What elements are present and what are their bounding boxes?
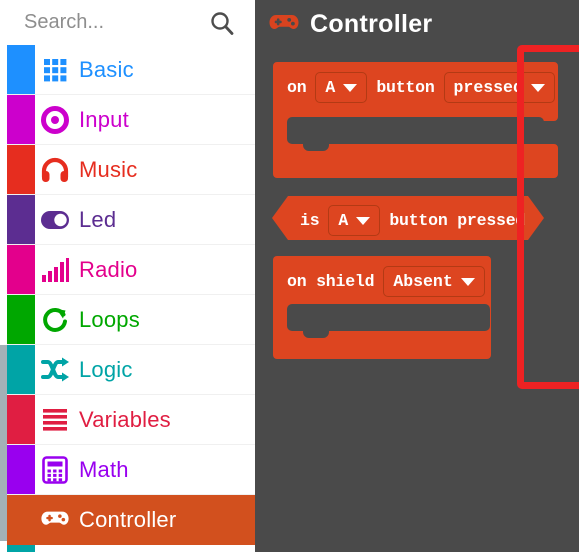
lines-icon	[40, 405, 70, 435]
on-button-pressed-block[interactable]: on A button pressed	[273, 58, 558, 182]
makecode-toolbox-screen: Basic Input Music Led Radio Loops Logic …	[0, 0, 579, 552]
sidebar-item-label: Input	[79, 106, 129, 132]
search-input[interactable]	[24, 11, 204, 34]
sidebar-item-logic[interactable]: Logic	[7, 345, 255, 395]
category-color-strip	[7, 295, 35, 344]
button-dropdown[interactable]: A	[315, 72, 368, 103]
signal-bars-icon	[40, 255, 70, 285]
chevron-down-icon	[530, 83, 545, 92]
chevron-down-icon	[460, 277, 475, 286]
shuffle-icon	[40, 355, 70, 385]
calculator-icon	[40, 455, 70, 485]
block-notch	[303, 117, 329, 151]
block-notch	[303, 304, 329, 338]
category-color-strip	[7, 445, 35, 494]
dropdown-value: A	[325, 78, 336, 97]
sidebar-item-label: Led	[79, 206, 117, 232]
blocks-flyout-panel: Controller on A button pressed is A butt…	[255, 0, 579, 552]
sidebar-item-label: Variables	[79, 406, 171, 432]
sidebar-item-input[interactable]: Input	[7, 95, 255, 145]
sidebar-item-music[interactable]: Music	[7, 145, 255, 195]
chevron-down-icon	[343, 83, 358, 92]
event-dropdown[interactable]: pressed	[443, 72, 555, 103]
sidebar-item-variables[interactable]: Variables	[7, 395, 255, 445]
sidebar-item-label: Loops	[79, 306, 140, 332]
sidebar-item-label: Music	[79, 156, 138, 182]
category-color-strip	[7, 545, 35, 552]
category-sidebar: Basic Input Music Led Radio Loops Logic …	[0, 0, 255, 552]
radio-button-icon	[40, 105, 70, 135]
sidebar-item-next[interactable]	[7, 545, 255, 552]
block-text: button pressed	[389, 211, 526, 230]
block-text: on	[287, 78, 307, 97]
category-color-strip	[7, 495, 35, 544]
search-icon[interactable]	[209, 10, 235, 41]
blocks-area: on A button pressed is A button pressed …	[255, 0, 579, 552]
sidebar-item-basic[interactable]: Basic	[7, 45, 255, 95]
block-label-row: on A button pressed	[287, 72, 555, 103]
category-color-strip	[7, 195, 35, 244]
sidebar-item-controller[interactable]: Controller	[7, 495, 255, 545]
sidebar-item-led[interactable]: Led	[7, 195, 255, 245]
sidebar-scrollbar-thumb[interactable]	[0, 345, 7, 541]
dropdown-value: Absent	[393, 272, 453, 291]
search-bar[interactable]	[7, 0, 255, 45]
category-list: Basic Input Music Led Radio Loops Logic …	[7, 45, 255, 552]
headphones-icon	[40, 155, 70, 185]
sidebar-item-label: Radio	[79, 256, 138, 282]
category-color-strip	[7, 245, 35, 294]
dropdown-value: pressed	[453, 78, 523, 97]
block-text: on shield	[287, 272, 375, 291]
grid-icon	[40, 55, 70, 85]
toggle-icon	[40, 205, 70, 235]
sidebar-item-loops[interactable]: Loops	[7, 295, 255, 345]
sidebar-item-label: Math	[79, 456, 129, 482]
dropdown-value: A	[338, 211, 349, 230]
category-color-strip	[7, 45, 35, 94]
shield-dropdown[interactable]: Absent	[383, 266, 485, 297]
sidebar-item-label: Basic	[79, 56, 134, 82]
block-label-row: on shield Absent	[287, 266, 485, 297]
category-color-strip	[7, 345, 35, 394]
category-color-strip	[7, 395, 35, 444]
block-text: button	[376, 78, 435, 97]
is-button-pressed-block[interactable]: is A button pressed	[270, 194, 546, 242]
category-color-strip	[7, 145, 35, 194]
category-color-strip	[7, 95, 35, 144]
block-text: is	[300, 211, 320, 230]
sidebar-item-radio[interactable]: Radio	[7, 245, 255, 295]
sidebar-item-math[interactable]: Math	[7, 445, 255, 495]
on-shield-block[interactable]: on shield Absent	[273, 252, 491, 363]
gamepad-icon	[40, 505, 70, 535]
loop-arrow-icon	[40, 305, 70, 335]
sidebar-item-label: Logic	[79, 356, 133, 382]
button-dropdown[interactable]: A	[328, 205, 381, 236]
sidebar-item-label: Controller	[79, 506, 177, 532]
sidebar-scrollbar-track[interactable]	[0, 45, 7, 552]
block-label-row: is A button pressed	[300, 205, 525, 236]
chevron-down-icon	[356, 216, 371, 225]
